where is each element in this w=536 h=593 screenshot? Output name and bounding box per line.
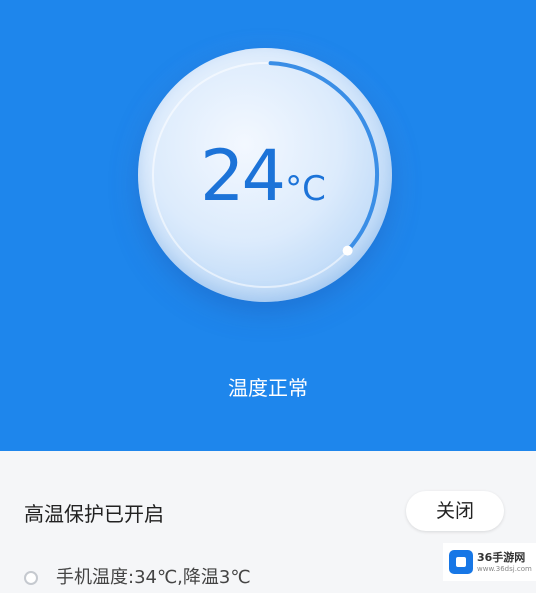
close-protection-button[interactable]: 关闭	[406, 491, 504, 531]
temperature-value: 24	[200, 135, 286, 217]
temperature-readout: 24 °C	[200, 136, 340, 216]
temperature-unit: °C	[285, 169, 326, 209]
watermark-name: 36手游网	[477, 550, 526, 564]
phone-temperature-info: 手机温度:34℃,降温3℃	[56, 567, 251, 588]
circle-outline-icon	[24, 571, 38, 585]
watermark-url: www.36dsj.com	[477, 564, 532, 573]
cube-logo-icon	[449, 550, 473, 574]
temperature-status: 温度正常	[228, 376, 308, 400]
protection-title: 高温保护已开启	[24, 502, 164, 526]
temperature-hero: 24 °C 温度正常	[0, 0, 536, 451]
site-watermark: 36手游网 www.36dsj.com	[443, 543, 536, 581]
dial-progress-knob	[342, 245, 353, 256]
info-row: 手机温度:34℃,降温3℃	[24, 566, 251, 590]
